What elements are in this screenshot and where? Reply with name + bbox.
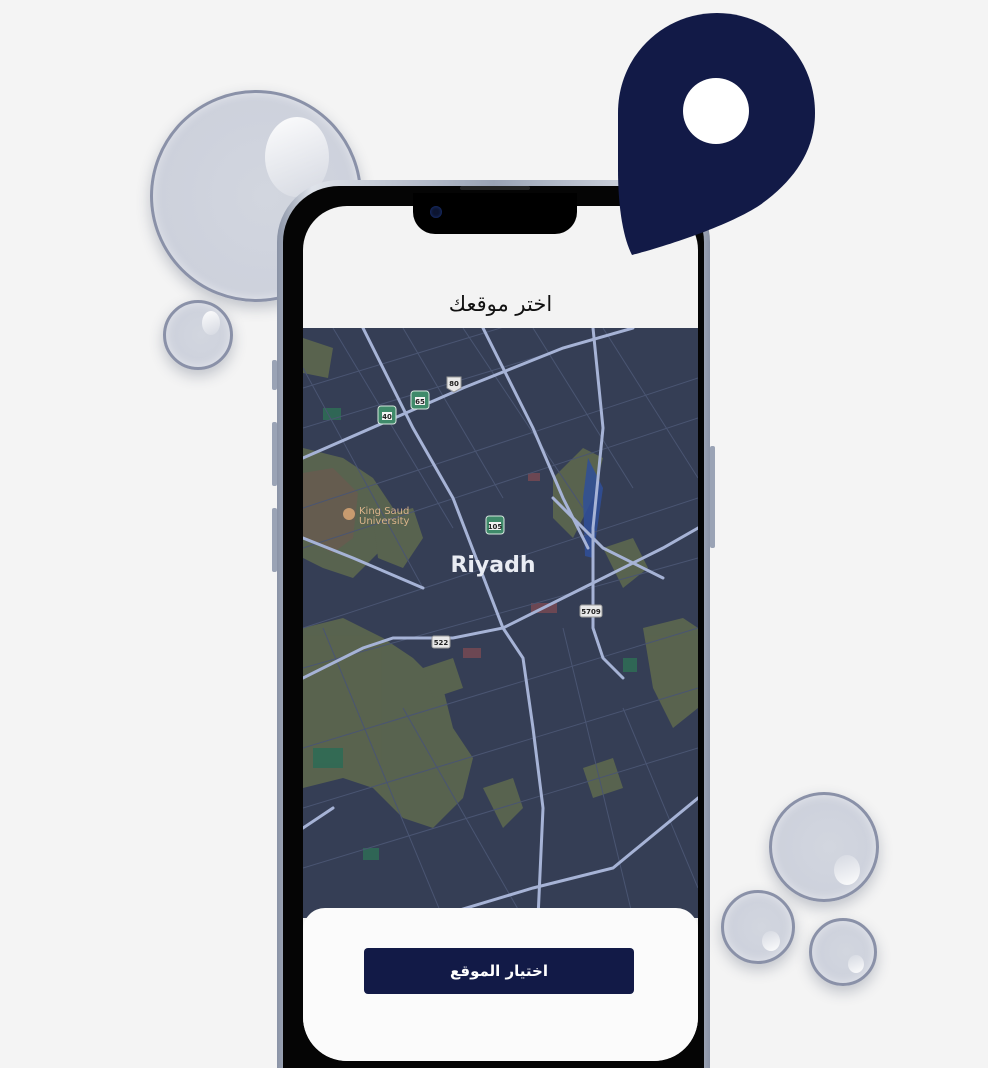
road-shield-80: 80 bbox=[446, 376, 462, 393]
svg-text:80: 80 bbox=[449, 380, 459, 388]
svg-text:105: 105 bbox=[488, 523, 503, 531]
svg-text:522: 522 bbox=[434, 639, 449, 647]
university-icon bbox=[343, 508, 355, 520]
road-shield-5709: 5709 bbox=[579, 604, 603, 618]
city-label: Riyadh bbox=[450, 553, 535, 578]
mute-switch bbox=[272, 360, 277, 390]
phone-speaker bbox=[460, 186, 530, 190]
map-view[interactable]: King Saud University 40 65 80 105 5709 5… bbox=[303, 328, 698, 918]
road-shield-105: 105 bbox=[485, 515, 505, 535]
select-location-button[interactable]: اختيار الموقع bbox=[364, 948, 634, 994]
road-shield-65: 65 bbox=[410, 390, 430, 410]
poi-label-line2: University bbox=[359, 516, 410, 527]
svg-text:5709: 5709 bbox=[581, 608, 601, 616]
svg-text:65: 65 bbox=[415, 398, 425, 406]
front-camera bbox=[430, 206, 442, 218]
volume-up-button bbox=[272, 422, 277, 486]
bottom-sheet: اختيار الموقع bbox=[303, 908, 698, 1061]
volume-down-button bbox=[272, 508, 277, 572]
app-screen: اختر موقعك King Saud University 40 65 80… bbox=[303, 206, 698, 1061]
power-button bbox=[710, 446, 715, 548]
phone-frame: اختر موقعك King Saud University 40 65 80… bbox=[277, 180, 710, 1068]
decorative-bubble-medium bbox=[769, 792, 879, 902]
road-shield-40: 40 bbox=[377, 405, 397, 425]
location-pin-icon bbox=[610, 10, 820, 264]
svg-text:40: 40 bbox=[382, 413, 392, 421]
page-title: اختر موقعك bbox=[448, 292, 553, 316]
road-shield-522: 522 bbox=[431, 635, 451, 649]
decorative-bubble-small-3 bbox=[809, 918, 877, 986]
decorative-bubble-small-2 bbox=[721, 890, 795, 964]
decorative-bubble-small bbox=[163, 300, 233, 370]
